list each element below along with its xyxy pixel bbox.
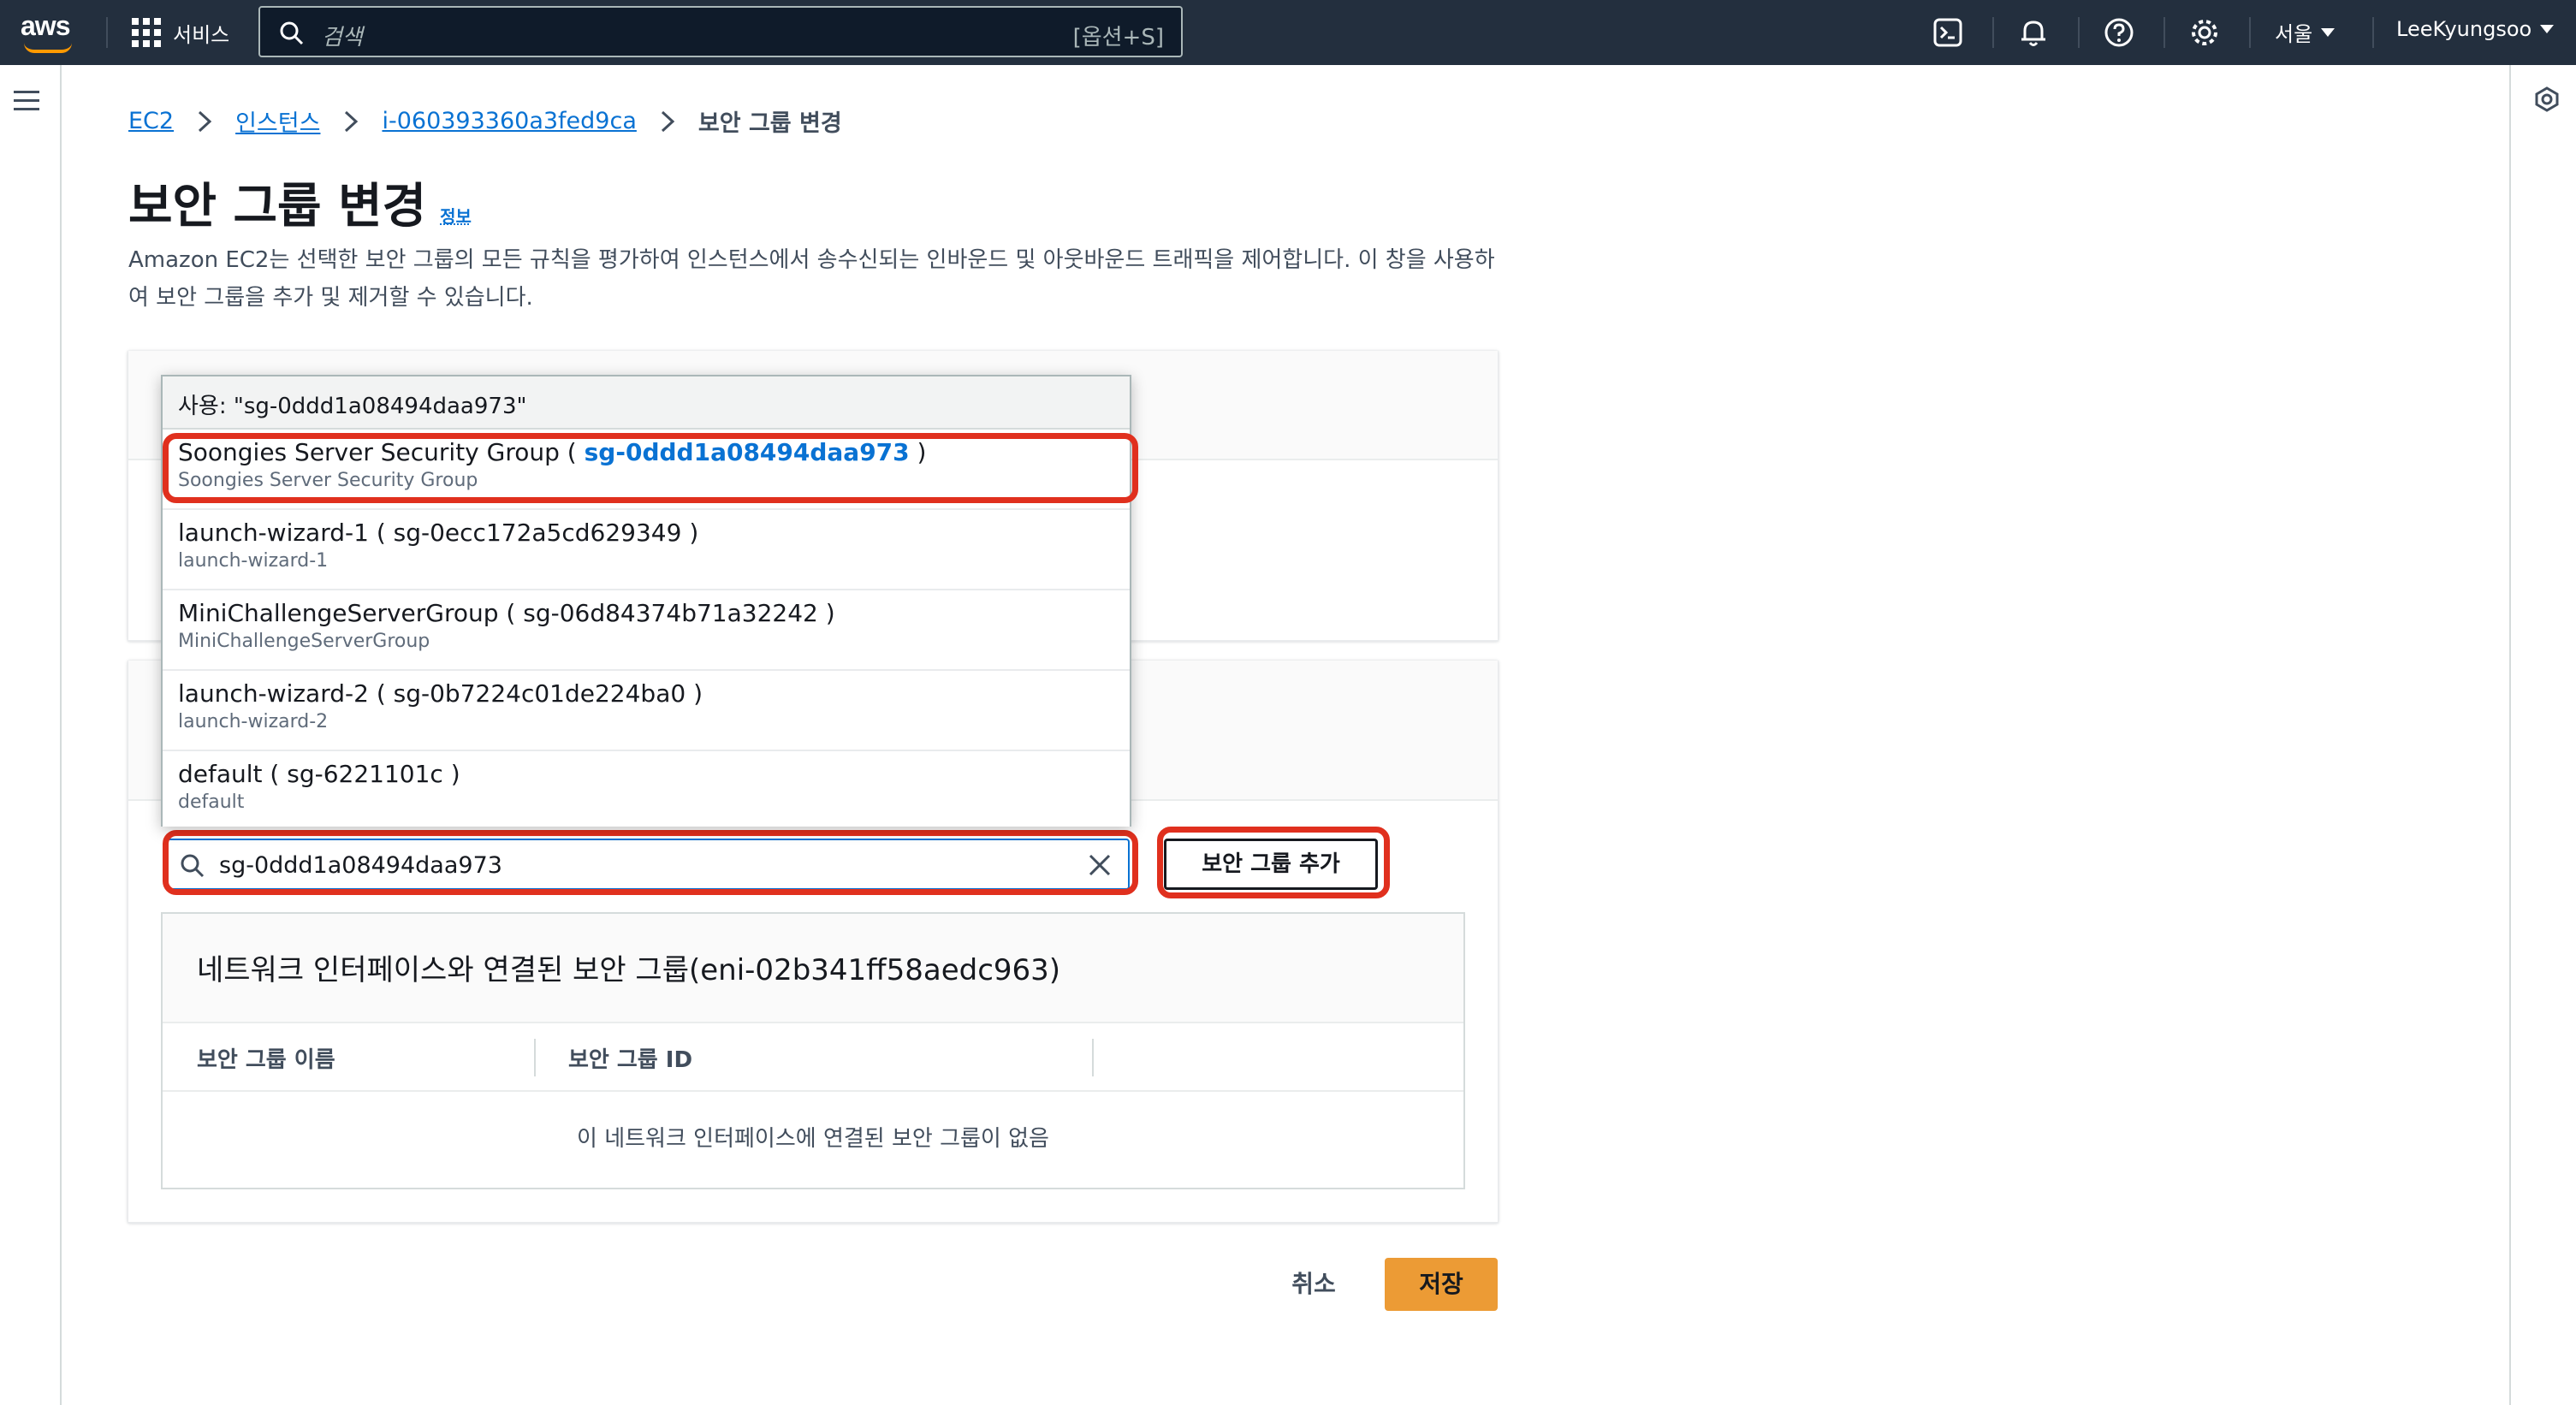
associated-security-groups-table: 네트워크 인터페이스와 연결된 보안 그룹(eni-02b341ff58aedc… bbox=[161, 912, 1465, 1189]
option-description: MiniChallengeServerGroup bbox=[178, 631, 430, 652]
nav-divider bbox=[2078, 17, 2080, 48]
breadcrumb-current: 보안 그룹 변경 bbox=[697, 110, 842, 137]
dropdown-use-option[interactable]: 사용: "sg-0ddd1a08494daa973" bbox=[163, 376, 1130, 430]
nav-divider bbox=[106, 17, 108, 48]
chevron-right-icon bbox=[345, 110, 359, 132]
region-label: 서울 bbox=[2275, 22, 2313, 46]
services-label: 서비스 bbox=[173, 22, 230, 47]
table-title: 네트워크 인터페이스와 연결된 보안 그룹(eni-02b341ff58aedc… bbox=[163, 914, 1463, 1023]
option-title: MiniChallengeServerGroup ( sg-06d84374b7… bbox=[178, 599, 835, 627]
page-title-text: 보안 그룹 변경 bbox=[128, 179, 427, 234]
option-description: launch-wizard-1 bbox=[178, 550, 329, 572]
column-divider bbox=[1092, 1039, 1094, 1076]
option-title: launch-wizard-2 ( sg-0b7224c01de224ba0 ) bbox=[178, 679, 703, 708]
cancel-button[interactable]: 취소 bbox=[1267, 1258, 1361, 1311]
side-navigation-rail bbox=[0, 65, 62, 1405]
settings-icon[interactable] bbox=[2187, 15, 2222, 50]
aws-logo[interactable]: aws bbox=[21, 10, 80, 53]
info-link[interactable]: 정보 bbox=[440, 203, 472, 228]
search-placeholder: 검색 bbox=[322, 25, 363, 50]
bell-icon[interactable] bbox=[2016, 15, 2051, 50]
top-navigation: aws 서비스 검색 [옵션+S] 서울 LeeKyungsoo bbox=[0, 0, 2576, 65]
dropdown-option-launch-wizard-2[interactable]: launch-wizard-2 ( sg-0b7224c01de224ba0 )… bbox=[163, 671, 1130, 751]
option-description: launch-wizard-2 bbox=[178, 711, 329, 732]
chevron-right-icon bbox=[661, 110, 675, 132]
breadcrumb-ec2-link[interactable]: EC2 bbox=[128, 108, 174, 134]
user-name: LeeKyungsoo bbox=[2396, 17, 2532, 41]
column-header-group-id[interactable]: 보안 그룹 ID bbox=[568, 1042, 692, 1074]
column-divider bbox=[534, 1039, 536, 1076]
caret-down-icon bbox=[2540, 25, 2555, 33]
breadcrumb: EC2 인스턴스 i-060393360a3fed9ca 보안 그룹 변경 bbox=[128, 104, 842, 138]
empty-table-message: 이 네트워크 인터페이스에 연결된 보안 그룹이 없음 bbox=[577, 1126, 1049, 1152]
dropdown-option-launch-wizard-1[interactable]: launch-wizard-1 ( sg-0ecc172a5cd629349 )… bbox=[163, 510, 1130, 590]
search-icon bbox=[280, 21, 304, 45]
nav-divider bbox=[1992, 17, 1994, 48]
annotation-highlight-add-button bbox=[1157, 827, 1390, 898]
user-menu[interactable]: LeeKyungsoo bbox=[2396, 17, 2555, 41]
caret-down-icon bbox=[2321, 27, 2336, 37]
annotation-highlight-search bbox=[163, 830, 1138, 895]
breadcrumb-instances-link[interactable]: 인스턴스 bbox=[235, 104, 320, 138]
annotation-highlight-option bbox=[163, 433, 1138, 503]
services-menu-button[interactable]: 서비스 bbox=[132, 15, 229, 50]
save-button[interactable]: 저장 bbox=[1385, 1258, 1498, 1311]
tools-rail bbox=[2509, 65, 2576, 1405]
option-title: launch-wizard-1 ( sg-0ecc172a5cd629349 ) bbox=[178, 519, 699, 547]
grid-icon bbox=[132, 18, 161, 47]
option-description: default bbox=[178, 791, 245, 813]
tools-panel-icon[interactable] bbox=[2533, 86, 2561, 113]
aws-smile-icon bbox=[24, 43, 72, 53]
chevron-right-icon bbox=[199, 110, 212, 132]
nav-divider bbox=[2372, 17, 2374, 48]
nav-divider bbox=[2249, 17, 2251, 48]
page-title: 보안 그룹 변경 정보 bbox=[128, 168, 472, 237]
breadcrumb-instance-id-link[interactable]: i-060393360a3fed9ca bbox=[382, 108, 636, 134]
cloudshell-icon[interactable] bbox=[1931, 15, 1965, 50]
column-header-group-name[interactable]: 보안 그룹 이름 bbox=[197, 1042, 335, 1074]
dropdown-option-default[interactable]: default ( sg-6221101c ) default bbox=[163, 751, 1130, 832]
aws-logo-text: aws bbox=[21, 10, 70, 41]
menu-icon[interactable] bbox=[14, 91, 39, 111]
dropdown-option-minichallenge[interactable]: MiniChallengeServerGroup ( sg-06d84374b7… bbox=[163, 590, 1130, 671]
region-selector[interactable]: 서울 bbox=[2275, 17, 2336, 47]
table-header: 보안 그룹 이름 보안 그룹 ID bbox=[163, 1023, 1463, 1092]
nav-divider bbox=[2163, 17, 2165, 48]
option-title: default ( sg-6221101c ) bbox=[178, 760, 460, 788]
global-search-input[interactable]: 검색 [옵션+S] bbox=[258, 6, 1183, 57]
help-icon[interactable] bbox=[2102, 15, 2136, 50]
search-shortcut: [옵션+S] bbox=[1072, 25, 1164, 50]
page-description: Amazon EC2는 선택한 보안 그룹의 모든 규칙을 평가하여 인스턴스에… bbox=[128, 247, 1495, 311]
